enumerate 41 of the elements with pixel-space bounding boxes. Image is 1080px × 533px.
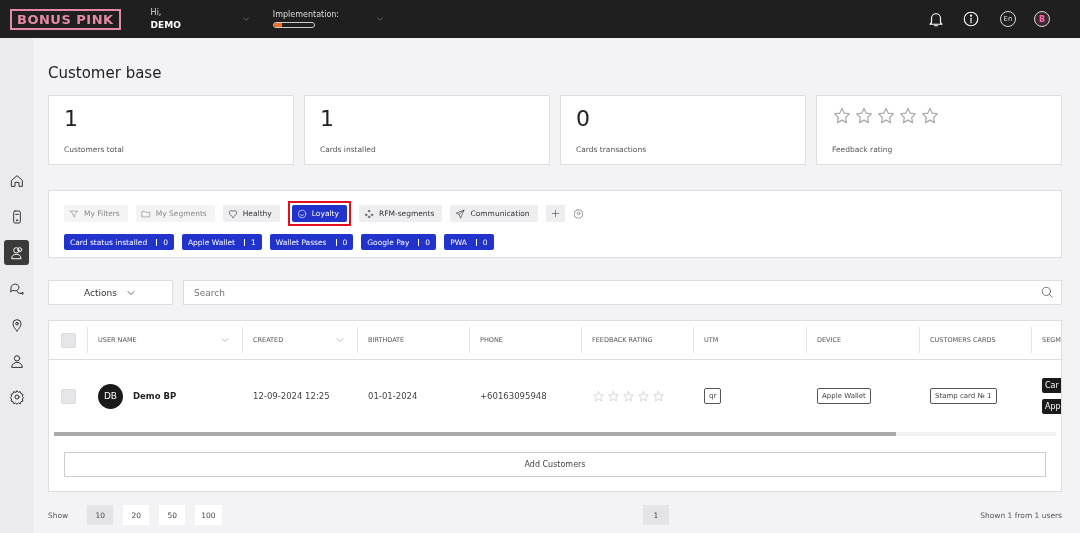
logo[interactable]: BONUS PINK xyxy=(10,8,121,30)
add-customers-button[interactable]: Add Customers xyxy=(64,452,1046,477)
stat-value: 0 xyxy=(576,106,591,131)
chevron-down-icon xyxy=(375,14,386,24)
settings-icon xyxy=(572,208,584,219)
segment-tag: Car xyxy=(1042,378,1061,393)
users-icon xyxy=(8,244,25,261)
page-title: Customer base xyxy=(48,64,163,82)
nodes-icon xyxy=(363,208,374,219)
plus-icon xyxy=(545,205,565,222)
greeting-text: Hi, xyxy=(150,8,163,17)
select-all-checkbox[interactable] xyxy=(60,332,76,348)
user-name: DEMO xyxy=(150,20,181,30)
sidebar-item[interactable] xyxy=(4,240,29,265)
table-cell: +60163095948 xyxy=(480,391,547,401)
table-cell: 12-09-2024 12:25 xyxy=(253,391,330,401)
avatar: DB xyxy=(98,383,123,409)
info-icon xyxy=(962,10,980,28)
chevron-down-icon xyxy=(240,14,251,24)
filter-icon xyxy=(69,208,79,219)
send-icon xyxy=(455,208,466,219)
heart-icon xyxy=(227,208,238,219)
search-icon xyxy=(1040,285,1054,299)
user-icon xyxy=(8,352,25,369)
home-icon xyxy=(8,172,25,189)
stat-value: 1 xyxy=(320,106,335,131)
horizontal-scrollbar[interactable] xyxy=(54,432,1056,436)
folder-icon xyxy=(140,208,151,219)
row-checkbox[interactable] xyxy=(60,388,76,404)
stat-value: 1 xyxy=(64,106,79,131)
progress-bar xyxy=(272,22,315,28)
implementation-label: Implementation: xyxy=(272,10,340,19)
smile-icon xyxy=(296,208,307,219)
settings-icon xyxy=(8,388,25,405)
table-cell: 01-01-2024 xyxy=(368,391,418,401)
user-name: Demo BP xyxy=(133,391,177,401)
actions-dropdown[interactable]: Actions xyxy=(48,280,173,305)
profile-avatar[interactable]: B xyxy=(1034,11,1050,27)
bell-icon xyxy=(927,10,945,28)
segment-tag: App xyxy=(1042,399,1061,414)
search-field[interactable]: Search xyxy=(183,280,1062,305)
